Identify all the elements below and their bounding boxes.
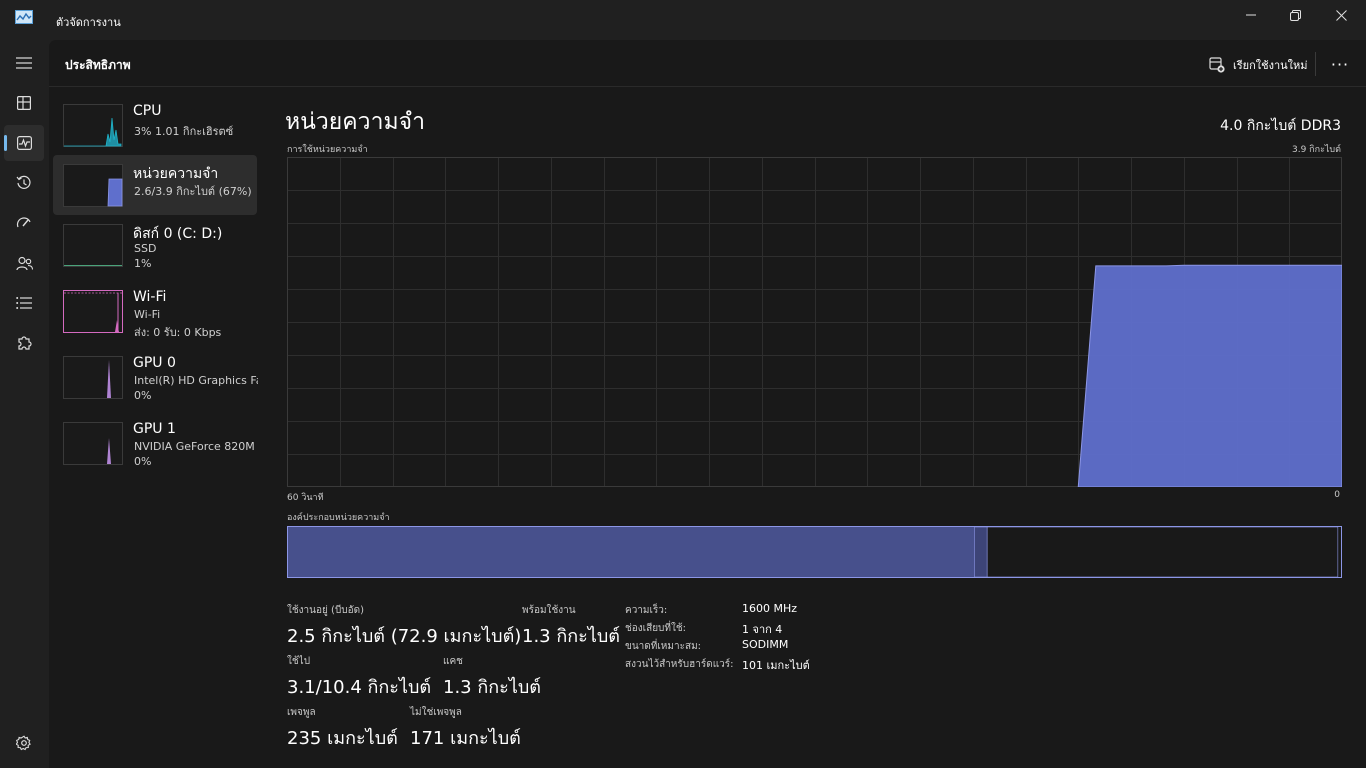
performance-page: ประสิทธิภาพ เรียกใช้งานใหม่ ··· CPU 3% 1…	[49, 40, 1366, 768]
nav-details[interactable]	[4, 285, 44, 321]
device-throughput: ส่ง: 0 รับ: 0 Kbps	[134, 326, 222, 339]
device-usage: 0%	[134, 389, 152, 402]
device-wifi[interactable]: Wi-Fi Wi-Fi ส่ง: 0 รับ: 0 Kbps	[53, 281, 257, 341]
settings-gear-icon	[16, 735, 31, 751]
page-title: ประสิทธิภาพ	[65, 58, 131, 72]
run-new-task-button[interactable]: เรียกใช้งานใหม่	[1209, 54, 1308, 76]
available-label: พร้อมใช้งาน	[522, 605, 576, 616]
non-paged-pool-value: 171 เมกะไบต์	[410, 728, 521, 749]
memory-capacity: 4.0 กิกะไบต์ DDR3	[1220, 118, 1341, 134]
device-usage: 1%	[134, 257, 152, 270]
in-use-label: ใช้งานอยู่ (บีบอัด)	[287, 605, 365, 616]
speed-label: ความเร็ว:	[625, 605, 668, 616]
composition-in-use	[288, 527, 975, 577]
composition-modified	[974, 526, 988, 578]
device-memory[interactable]: หน่วยความจำ 2.6/3.9 กิกะไบต์ (67%)	[53, 155, 257, 215]
memory-usage-area	[1077, 264, 1342, 487]
device-name: GPU 1	[133, 421, 176, 437]
nav-processes[interactable]	[4, 85, 44, 121]
page-header: ประสิทธิภาพ เรียกใช้งานใหม่ ···	[49, 40, 1366, 87]
window-title: ตัวจัดการงาน	[56, 16, 121, 29]
details-list-icon	[16, 297, 32, 309]
in-use-value: 2.5 กิกะไบต์ (72.9 เมกะไบต์)	[287, 626, 522, 647]
time-axis-start: 60 วินาที	[287, 493, 324, 503]
device-detail: 3% 1.01 กิกะเฮิรตซ์	[134, 125, 234, 138]
restore-button[interactable]	[1272, 0, 1318, 30]
minimize-button[interactable]	[1228, 0, 1274, 30]
nav-services[interactable]	[4, 325, 44, 361]
composition-label: องค์ประกอบหน่วยความจำ	[287, 513, 390, 523]
device-name: Wi-Fi	[133, 289, 167, 305]
available-value: 1.3 กิกะไบต์	[522, 626, 620, 647]
wifi-mini-graph	[63, 290, 123, 333]
slots-used-value: 1 จาก 4	[742, 623, 783, 636]
services-puzzle-icon	[18, 336, 32, 350]
nav-startup-apps[interactable]	[4, 205, 44, 241]
graph-label: การใช้หน่วยความจำ	[287, 145, 368, 155]
gpu0-mini-graph	[63, 356, 123, 399]
device-detail: Wi-Fi	[134, 308, 161, 321]
gpu1-mini-graph	[63, 422, 123, 465]
close-icon	[1335, 9, 1347, 21]
graph-max-label: 3.9 กิกะไบต์	[1292, 145, 1341, 155]
detail-title: หน่วยความจำ	[285, 109, 426, 135]
history-icon	[16, 175, 31, 189]
device-gpu-1[interactable]: GPU 1 NVIDIA GeForce 820M 0%	[53, 413, 257, 473]
committed-label: ใช้ไป	[287, 656, 311, 667]
device-disk-0[interactable]: ดิสก์ 0 (C: D:) SSD 1%	[53, 215, 257, 275]
run-new-task-label: เรียกใช้งานใหม่	[1233, 59, 1308, 72]
composition-standby	[986, 526, 1339, 578]
processes-icon	[17, 96, 31, 110]
slots-used-label: ช่องเสียบที่ใช้:	[625, 623, 687, 634]
time-axis-end: 0	[1334, 490, 1340, 500]
cpu-mini-graph	[63, 104, 123, 147]
nav-performance[interactable]	[4, 125, 44, 161]
more-options-button[interactable]: ···	[1325, 52, 1355, 76]
memory-usage-graph	[287, 157, 1342, 487]
hardware-reserved-value: 101 เมกะไบต์	[742, 659, 810, 672]
device-detail: 2.6/3.9 กิกะไบต์ (67%)	[134, 185, 252, 198]
disk-mini-graph	[63, 224, 123, 267]
nav-settings[interactable]	[4, 725, 44, 761]
users-icon	[15, 256, 33, 270]
paged-pool-label: เพจพูล	[287, 707, 316, 718]
device-usage: 0%	[134, 455, 152, 468]
run-new-task-icon	[1209, 57, 1225, 73]
hamburger-menu-button[interactable]	[4, 45, 44, 81]
device-detail: SSD	[134, 242, 157, 255]
nav-app-history[interactable]	[4, 165, 44, 201]
form-factor-value: SODIMM	[742, 638, 789, 651]
device-name: GPU 0	[133, 355, 176, 371]
cached-value: 1.3 กิกะไบต์	[443, 677, 541, 698]
speed-value: 1600 MHz	[742, 602, 798, 615]
task-manager-window: ตัวจัดการงาน ประสิทธิภาพ เรียกใช้งานใหม่…	[0, 0, 1366, 768]
title-bar: ตัวจัดการงาน	[0, 0, 1366, 40]
device-detail: Intel(R) HD Graphics Family	[134, 374, 258, 387]
memory-composition-bar	[287, 526, 1342, 578]
header-divider	[1315, 52, 1316, 76]
paged-pool-value: 235 เมกะไบต์	[287, 728, 398, 749]
hamburger-icon	[16, 57, 32, 69]
device-name: CPU	[133, 103, 162, 119]
cached-label: แคช	[443, 656, 463, 667]
device-cpu[interactable]: CPU 3% 1.01 กิกะเฮิรตซ์	[53, 95, 257, 155]
nav-users[interactable]	[4, 245, 44, 281]
task-manager-app-icon	[15, 10, 33, 24]
memory-mini-graph	[63, 164, 123, 207]
performance-icon	[16, 136, 32, 150]
navigation-rail	[0, 40, 48, 768]
startup-gauge-icon	[16, 217, 31, 228]
device-detail: NVIDIA GeForce 820M	[134, 440, 255, 453]
close-button[interactable]	[1318, 0, 1364, 30]
more-options-icon: ···	[1330, 54, 1350, 74]
restore-icon	[1289, 9, 1301, 21]
committed-value: 3.1/10.4 กิกะไบต์	[287, 677, 432, 698]
minimize-icon	[1246, 14, 1256, 16]
hardware-reserved-label: สงวนไว้สำหรับฮาร์ดแวร์:	[625, 659, 734, 670]
device-gpu-0[interactable]: GPU 0 Intel(R) HD Graphics Family 0%	[53, 347, 258, 407]
form-factor-label: ขนาดที่เหมาะสม:	[625, 641, 702, 652]
non-paged-pool-label: ไม่ใช่เพจพูล	[410, 707, 462, 718]
